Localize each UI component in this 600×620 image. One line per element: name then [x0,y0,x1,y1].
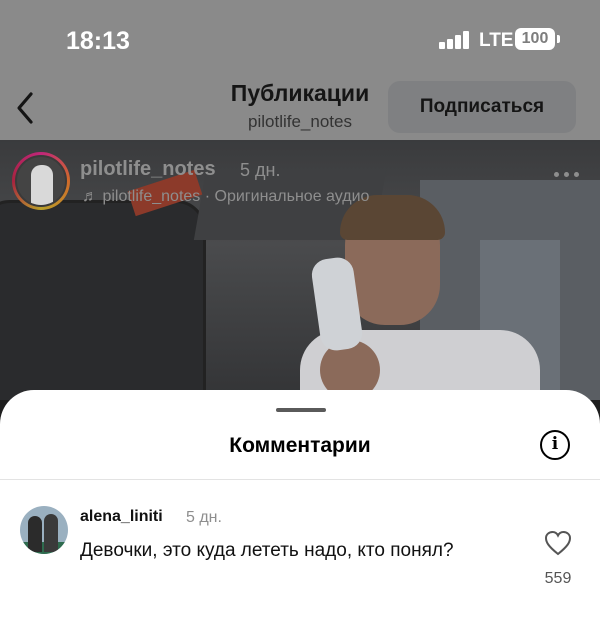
post-username[interactable]: pilotlife_notes [80,158,216,181]
comment-avatar[interactable] [20,506,68,554]
avatar-image [15,155,67,207]
comment-time: 5 дн. [186,509,222,526]
page-title: Публикации [230,80,370,106]
more-icon[interactable] [554,168,580,180]
sheet-grabber[interactable] [276,408,326,412]
info-icon[interactable]: i [540,430,570,460]
post-audio[interactable]: ♬ pilotlife_notes · Оригинальное аудио [82,188,369,206]
divider [0,479,600,480]
comment-text: Девочки, это куда лететь надо, кто понял… [80,540,454,561]
battery-icon: 100 [515,28,555,50]
post-avatar[interactable] [12,152,70,210]
status-bar: 18:13 LTE 100 [0,0,600,70]
network-label: LTE [479,30,514,51]
page-subtitle: pilotlife_notes [248,112,352,131]
heart-icon[interactable] [544,530,572,556]
back-chevron-icon[interactable] [12,90,40,126]
comments-sheet: Комментарии i [0,390,600,620]
battery-tip [557,35,560,43]
comment-like-count: 559 [544,570,572,587]
comments-title: Комментарии [229,434,371,457]
signal-icon [439,31,473,49]
comment-username[interactable]: alena_liniti [80,508,163,526]
post-time: 5 дн. [240,160,281,180]
subscribe-button[interactable]: Подписаться [388,81,576,133]
video-cockpit-panel [0,200,206,400]
status-time: 18:13 [66,27,130,55]
